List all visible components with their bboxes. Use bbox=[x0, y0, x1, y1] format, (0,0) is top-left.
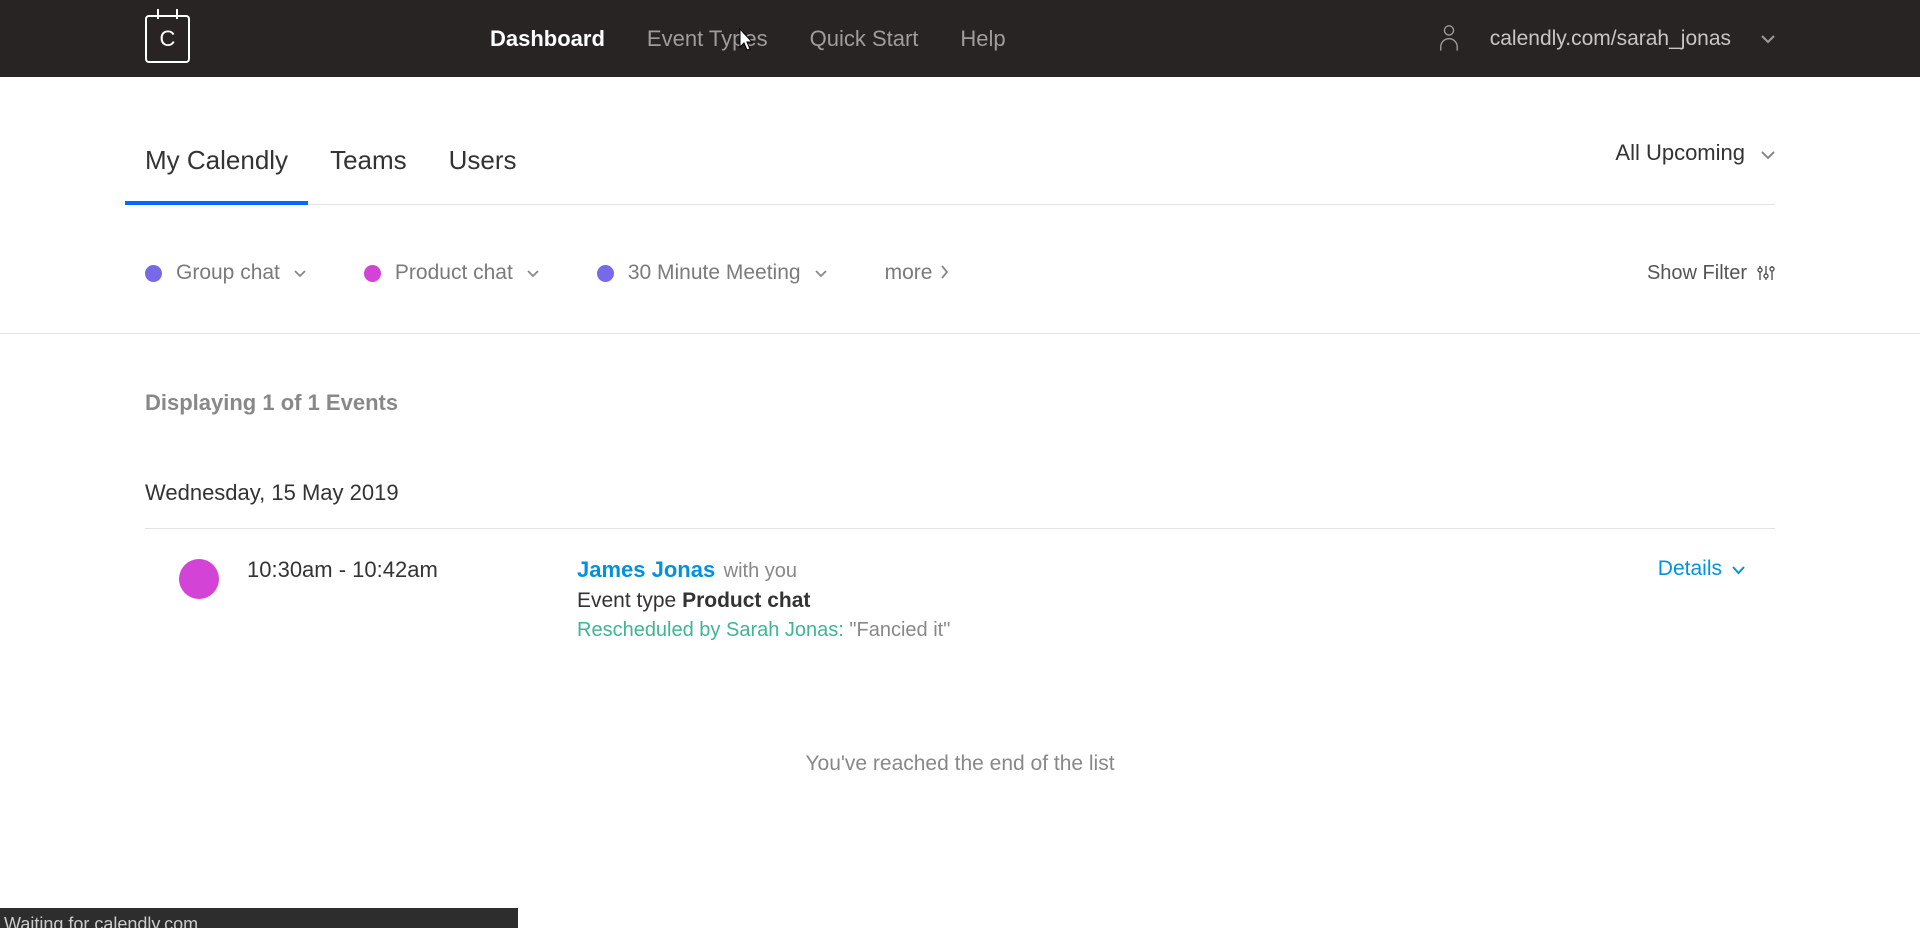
event-color-dot bbox=[179, 559, 219, 599]
date-group-header: Wednesday, 15 May 2019 bbox=[145, 480, 1775, 529]
header-right: calendly.com/sarah_jonas bbox=[1438, 24, 1775, 54]
user-url[interactable]: calendly.com/sarah_jonas bbox=[1490, 27, 1731, 51]
secondary-tabs: My Calendly Teams Users All Upcoming bbox=[145, 77, 1775, 205]
chip-product-chat[interactable]: Product chat bbox=[364, 261, 539, 285]
date-range-filter[interactable]: All Upcoming bbox=[1615, 140, 1775, 194]
more-filters[interactable]: more bbox=[885, 261, 950, 285]
chip-group-chat[interactable]: Group chat bbox=[145, 261, 306, 285]
rescheduled-prefix: Rescheduled by Sarah Jonas: bbox=[577, 619, 844, 641]
top-header: C Dashboard Event Types Quick Start Help… bbox=[0, 0, 1920, 77]
chip-30-minute-meeting[interactable]: 30 Minute Meeting bbox=[597, 261, 827, 285]
show-filter-button[interactable]: Show Filter bbox=[1647, 262, 1775, 285]
event-body: James Jonas with you Event type Product … bbox=[577, 557, 1658, 642]
chevron-right-icon bbox=[940, 261, 949, 285]
end-of-list-text: You've reached the end of the list bbox=[145, 752, 1775, 776]
invitee-name[interactable]: James Jonas bbox=[577, 557, 715, 582]
browser-status-bar: Waiting for calendly.com... bbox=[0, 908, 518, 928]
chip-label: Product chat bbox=[395, 261, 513, 285]
color-dot-icon bbox=[145, 265, 162, 282]
event-type-prefix: Event type bbox=[577, 589, 676, 612]
chevron-down-icon bbox=[1761, 140, 1775, 166]
event-row[interactable]: 10:30am - 10:42am James Jonas with you E… bbox=[145, 529, 1775, 642]
event-time: 10:30am - 10:42am bbox=[247, 557, 577, 583]
chevron-down-icon bbox=[1732, 557, 1745, 581]
chip-label: 30 Minute Meeting bbox=[628, 261, 801, 285]
chevron-down-icon bbox=[815, 266, 827, 281]
nav-quick-start[interactable]: Quick Start bbox=[810, 26, 919, 52]
more-label: more bbox=[885, 261, 933, 285]
event-type-filters: Group chat Product chat 30 Minute Meetin… bbox=[0, 205, 1920, 334]
color-dot-icon bbox=[597, 265, 614, 282]
with-you-text: with you bbox=[724, 560, 797, 582]
nav-dashboard[interactable]: Dashboard bbox=[490, 26, 605, 52]
details-toggle[interactable]: Details bbox=[1658, 557, 1745, 581]
chip-label: Group chat bbox=[176, 261, 280, 285]
rescheduled-reason: "Fancied it" bbox=[849, 619, 950, 641]
chevron-down-icon bbox=[527, 266, 539, 281]
details-label: Details bbox=[1658, 557, 1722, 581]
nav-help[interactable]: Help bbox=[960, 26, 1005, 52]
tab-my-calendly[interactable]: My Calendly bbox=[145, 145, 288, 204]
account-chevron-icon[interactable] bbox=[1761, 31, 1775, 47]
show-filter-label: Show Filter bbox=[1647, 262, 1747, 285]
tab-users[interactable]: Users bbox=[449, 145, 517, 204]
nav-event-types[interactable]: Event Types bbox=[647, 26, 768, 52]
event-type-name: Product chat bbox=[682, 589, 810, 612]
color-dot-icon bbox=[364, 265, 381, 282]
user-icon[interactable] bbox=[1438, 24, 1460, 54]
calendly-logo[interactable]: C bbox=[145, 15, 190, 63]
date-range-label: All Upcoming bbox=[1615, 140, 1745, 166]
logo-letter: C bbox=[160, 26, 176, 52]
chevron-down-icon bbox=[294, 266, 306, 281]
sliders-icon bbox=[1757, 264, 1775, 282]
tab-teams[interactable]: Teams bbox=[330, 145, 407, 204]
event-count-text: Displaying 1 of 1 Events bbox=[145, 390, 1775, 416]
main-nav: Dashboard Event Types Quick Start Help bbox=[490, 26, 1006, 52]
